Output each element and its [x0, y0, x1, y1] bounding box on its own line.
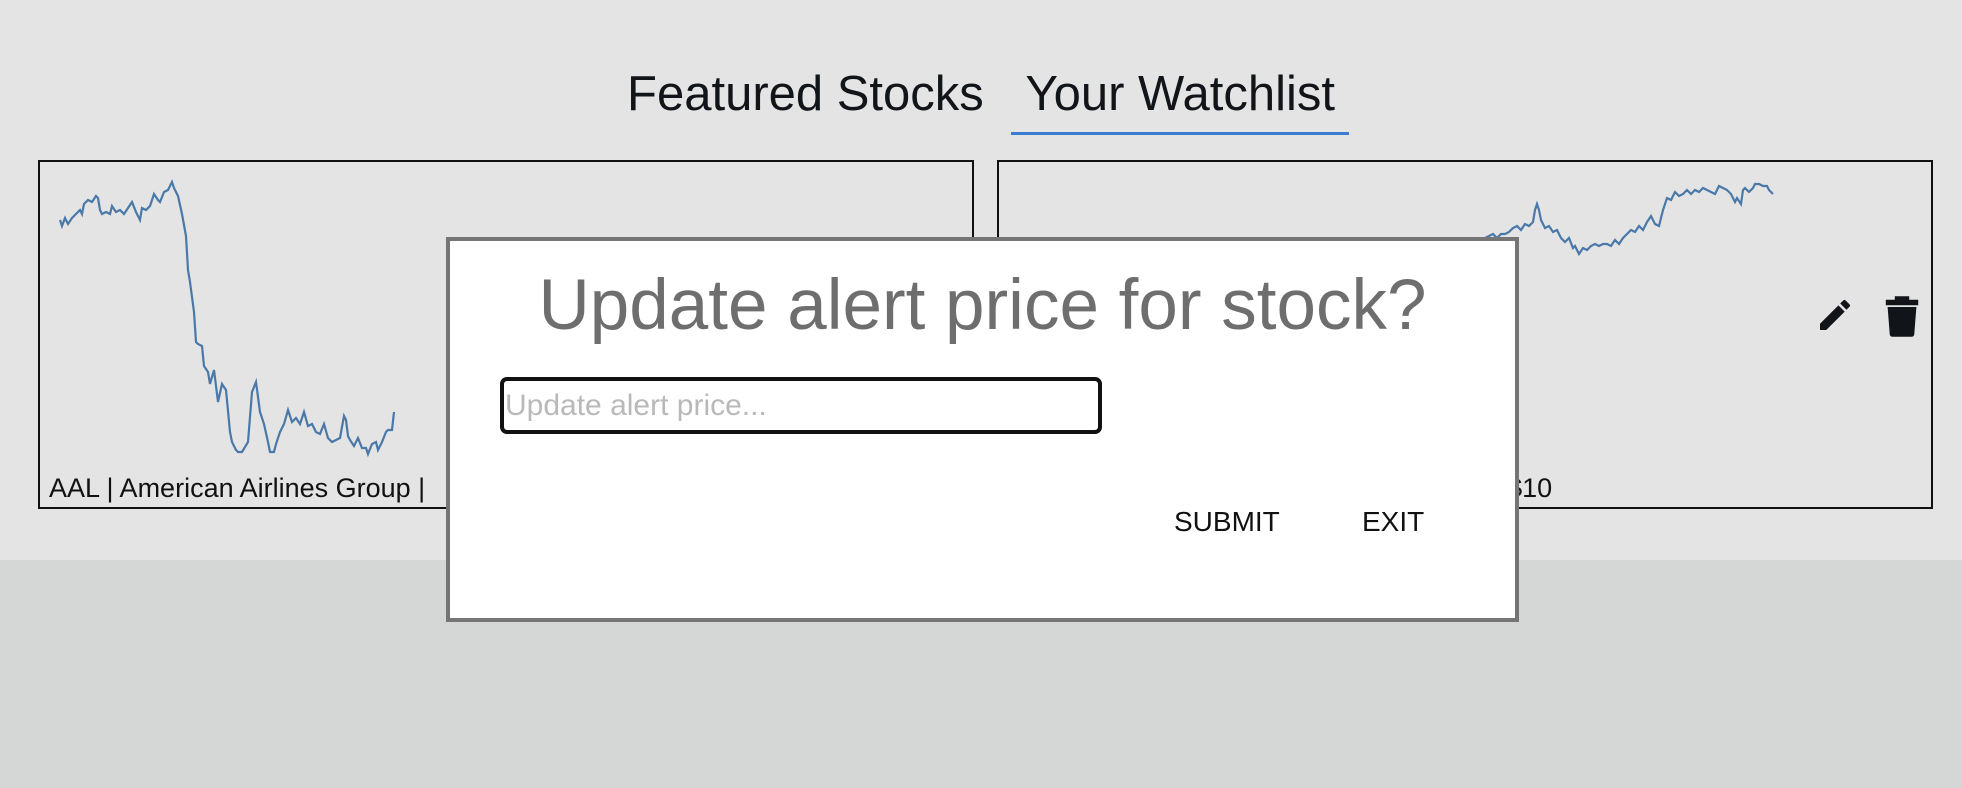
modal-title: Update alert price for stock? [538, 266, 1427, 345]
pencil-icon [1820, 299, 1851, 330]
stock-caption: AAL | American Airlines Group | [49, 473, 426, 503]
alert-price-input[interactable] [500, 377, 1102, 434]
tab-bar: Featured Stocks Your Watchlist [0, 62, 1962, 135]
tab-featured-stocks[interactable]: Featured Stocks [613, 62, 998, 132]
trash-icon [1885, 296, 1919, 337]
tab-your-watchlist[interactable]: Your Watchlist [1011, 62, 1349, 135]
edit-alert-button[interactable] [1815, 295, 1855, 340]
price-line [58, 179, 396, 458]
delete-stock-button[interactable] [1884, 294, 1920, 343]
price-line [1484, 182, 1774, 257]
exit-button[interactable]: EXIT [1362, 506, 1424, 538]
update-alert-modal: Update alert price for stock? SUBMIT EXI… [446, 237, 1519, 622]
submit-button[interactable]: SUBMIT [1174, 506, 1280, 538]
